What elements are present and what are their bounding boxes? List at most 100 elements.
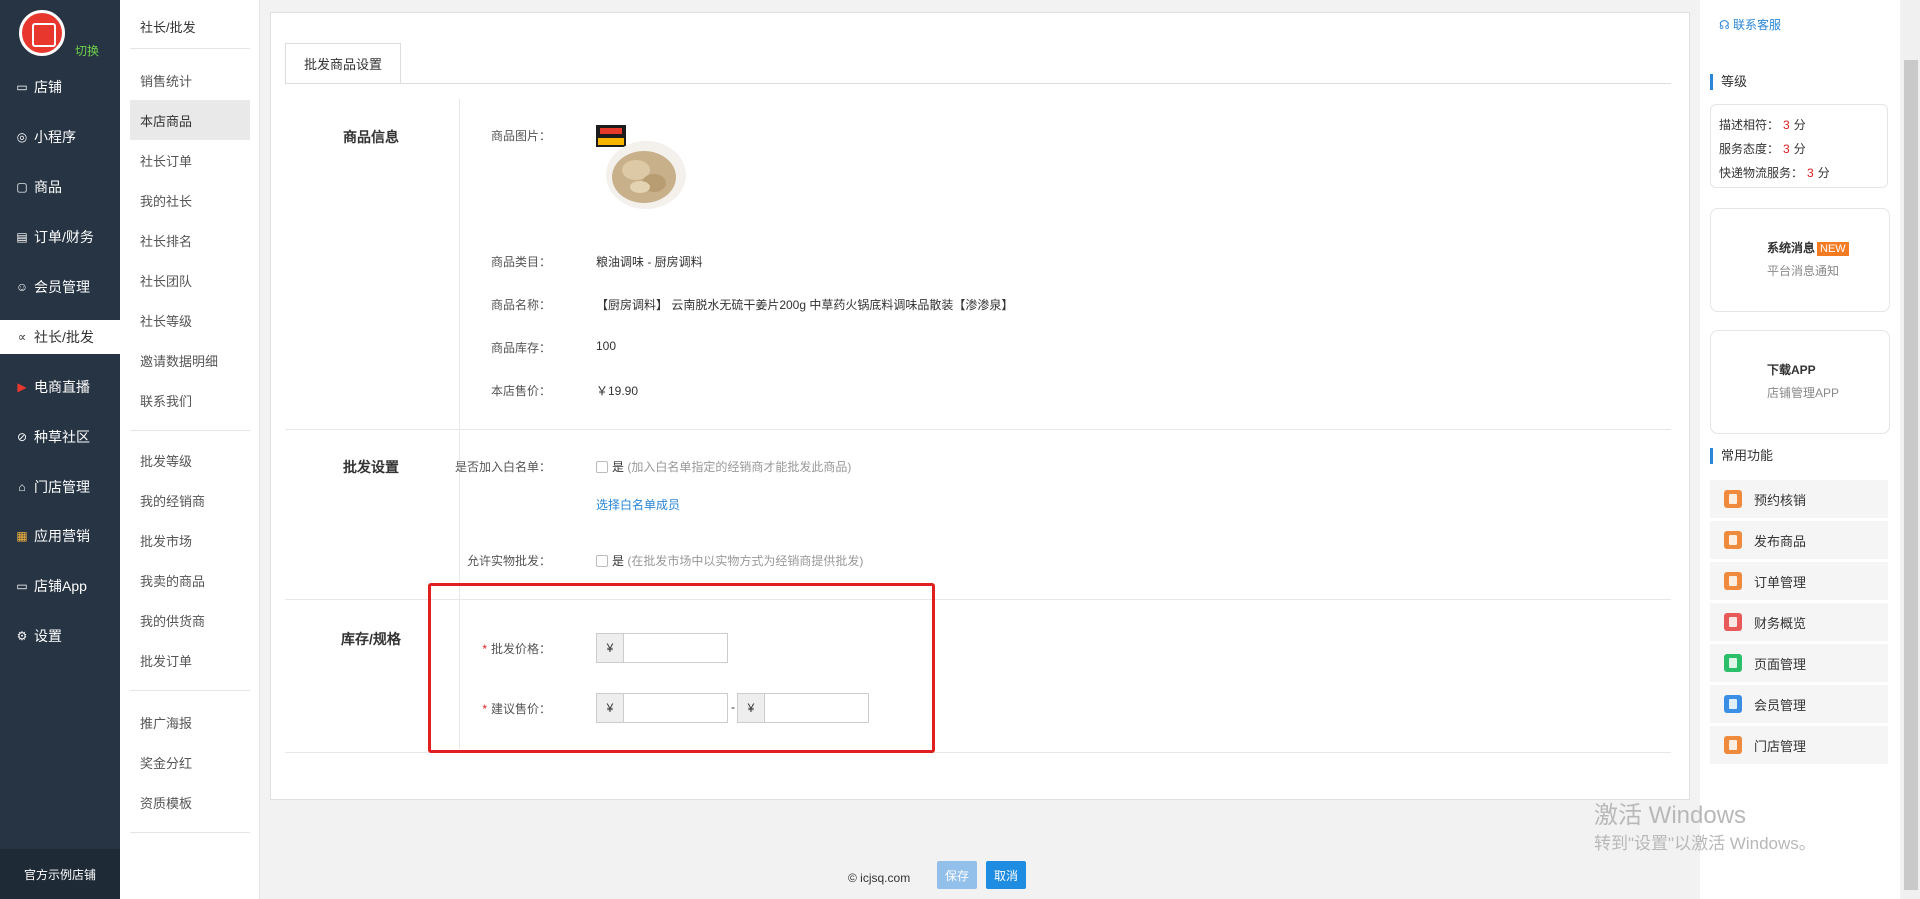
whitelist-option[interactable]: 是 (加入白名单指定的经销商才能批发此商品) [596, 458, 851, 475]
price-label: 本店售价： [490, 384, 551, 398]
physical-checkbox[interactable] [596, 555, 608, 567]
rating-unit: 分 [1793, 142, 1806, 156]
subnav-item[interactable]: 批发订单 [130, 640, 250, 680]
tools-icon [1724, 654, 1742, 672]
select-whitelist-link[interactable]: 选择白名单成员 [596, 496, 680, 513]
share-icon: ∝ [17, 330, 27, 344]
rating-box: 描述相符： 3 分 服务态度： 3 分 快递物流服务： 3 分 [1710, 104, 1888, 188]
nav-item-miniprogram[interactable]: ◎ 小程序 [0, 120, 120, 154]
section-title-product: 商品信息 [343, 129, 399, 145]
subnav-item[interactable]: 批发市场 [130, 520, 250, 560]
func-finance[interactable]: 财务概览 [1710, 603, 1888, 641]
nav-item-community[interactable]: ⊘ 种草社区 [0, 420, 120, 454]
nav-item-live[interactable]: ▶ 电商直播 [0, 370, 120, 404]
func-label: 预约核销 [1754, 492, 1807, 508]
sub-sidebar: 社长/批发 销售统计 本店商品 社长订单 我的社长 社长排名 社长团队 社长等级… [120, 0, 260, 899]
rating-value: 3 [1807, 166, 1814, 180]
clipboard-icon: ▤ [16, 230, 28, 244]
checkbox-label: 是 [612, 554, 625, 568]
nav-label: 会员管理 [34, 279, 90, 295]
subnav-item[interactable]: 批发等级 [130, 440, 250, 480]
nav-item-settings[interactable]: ⚙ 设置 [0, 619, 120, 653]
store-name[interactable]: 官方示例店铺 [0, 849, 120, 899]
subnav-item-active[interactable]: 本店商品 [130, 100, 250, 140]
subnav-title: 社长/批发 [140, 20, 196, 35]
subnav-item[interactable]: 邀请数据明细 [130, 340, 250, 380]
nav-item-app[interactable]: ▭ 店铺App [0, 569, 120, 603]
switch-link[interactable]: 切换 [75, 42, 99, 59]
subnav-item[interactable]: 奖金分红 [130, 742, 250, 782]
func-label: 发布商品 [1754, 533, 1807, 549]
func-publish-goods[interactable]: 发布商品 [1710, 521, 1888, 559]
subnav-item[interactable]: 销售统计 [130, 60, 250, 100]
func-booking[interactable]: 预约核销 [1710, 480, 1888, 518]
scrollbar-thumb[interactable] [1904, 60, 1918, 890]
subnav-item[interactable]: 联系我们 [130, 380, 250, 420]
divider [130, 48, 250, 49]
common-functions-title: 常用功能 [1710, 448, 1773, 464]
image-label: 商品图片： [490, 129, 551, 143]
gear-icon: ⚙ [16, 629, 28, 643]
stock-label: 商品库存： [490, 341, 551, 355]
subnav-item[interactable]: 资质模板 [130, 782, 250, 822]
live-icon: ▶ [17, 380, 27, 394]
func-shop-manage[interactable]: 门店管理 [1710, 726, 1888, 764]
right-sidebar: ☊ 联系客服 等级 描述相符： 3 分 服务态度： 3 分 快递物流服务： 3 分 系统消息… [1700, 0, 1900, 899]
nav-label: 种草社区 [34, 429, 90, 445]
divider [130, 832, 250, 833]
nav-label: 订单/财务 [34, 229, 94, 245]
download-app-card[interactable]: 下载APP 店铺管理APP [1710, 330, 1890, 434]
windows-activation-title: 激活 Windows [1594, 802, 1747, 829]
nav-item-goods[interactable]: ▢ 商品 [0, 170, 120, 204]
subnav-item[interactable]: 社长等级 [130, 300, 250, 340]
card-title: 系统消息 [1767, 241, 1816, 255]
whitelist-label: 是否加入白名单： [454, 460, 551, 474]
nav-label: 设置 [34, 628, 62, 644]
nav-item-orders[interactable]: ▤ 订单/财务 [0, 220, 120, 254]
physical-desc: (在批发市场中以实物方式为经销商提供批发) [627, 554, 864, 568]
shop-icon [1724, 736, 1742, 754]
func-pages[interactable]: 页面管理 [1710, 644, 1888, 682]
nav-item-wholesale[interactable]: ∝ 社长/批发 [0, 320, 120, 354]
product-image[interactable] [596, 125, 686, 217]
whitelist-checkbox[interactable] [596, 461, 608, 473]
nav-item-store[interactable]: ▭ 店铺 [0, 70, 120, 104]
subnav-item[interactable]: 我卖的商品 [130, 560, 250, 600]
contact-service[interactable]: ☊ 联系客服 [1719, 16, 1781, 33]
func-orders[interactable]: 订单管理 [1710, 562, 1888, 600]
nav-item-marketing[interactable]: ▦ 应用营销 [0, 519, 120, 553]
subnav-item[interactable]: 社长排名 [130, 220, 250, 260]
subnav-item[interactable]: 社长团队 [130, 260, 250, 300]
subnav-item[interactable]: 社长订单 [130, 140, 250, 180]
member-icon [1724, 695, 1742, 713]
nav-label: 店铺App [34, 578, 87, 594]
nav-label: 门店管理 [34, 479, 90, 495]
nav-label: 应用营销 [34, 528, 90, 544]
section-title-wholesale: 批发设置 [343, 459, 399, 475]
store-logo[interactable] [19, 10, 65, 56]
func-members[interactable]: 会员管理 [1710, 685, 1888, 723]
subnav-item[interactable]: 我的社长 [130, 180, 250, 220]
system-message-card[interactable]: 系统消息 NEW 平台消息通知 [1710, 208, 1890, 312]
physical-option[interactable]: 是 (在批发市场中以实物方式为经销商提供批发) [596, 552, 863, 569]
subnav-item[interactable]: 我的供货商 [130, 600, 250, 640]
service-label: 联系客服 [1733, 18, 1782, 32]
apps-icon: ▦ [16, 529, 28, 543]
nav-label: 商品 [34, 179, 62, 195]
subnav-item[interactable]: 我的经销商 [130, 480, 250, 520]
cancel-button[interactable]: 取消 [986, 861, 1026, 889]
tab-wholesale-settings[interactable]: 批发商品设置 [285, 43, 401, 83]
store-icon: ▭ [16, 80, 28, 94]
new-badge: NEW [1817, 242, 1849, 256]
nav-label: 店铺 [34, 79, 62, 95]
rating-row: 快递物流服务： 3 分 [1719, 161, 1879, 185]
nav-item-shop-manage[interactable]: ⌂ 门店管理 [0, 470, 120, 504]
save-button[interactable]: 保存 [937, 861, 977, 889]
subnav-item[interactable]: 推广海报 [130, 702, 250, 742]
headset-icon: ☊ [1719, 18, 1730, 32]
compass-icon: ◎ [16, 130, 28, 144]
nav-item-members[interactable]: ☺ 会员管理 [0, 270, 120, 304]
stock-value: 100 [596, 339, 617, 353]
name-label: 商品名称： [490, 298, 551, 312]
nav-label: 小程序 [34, 129, 76, 145]
